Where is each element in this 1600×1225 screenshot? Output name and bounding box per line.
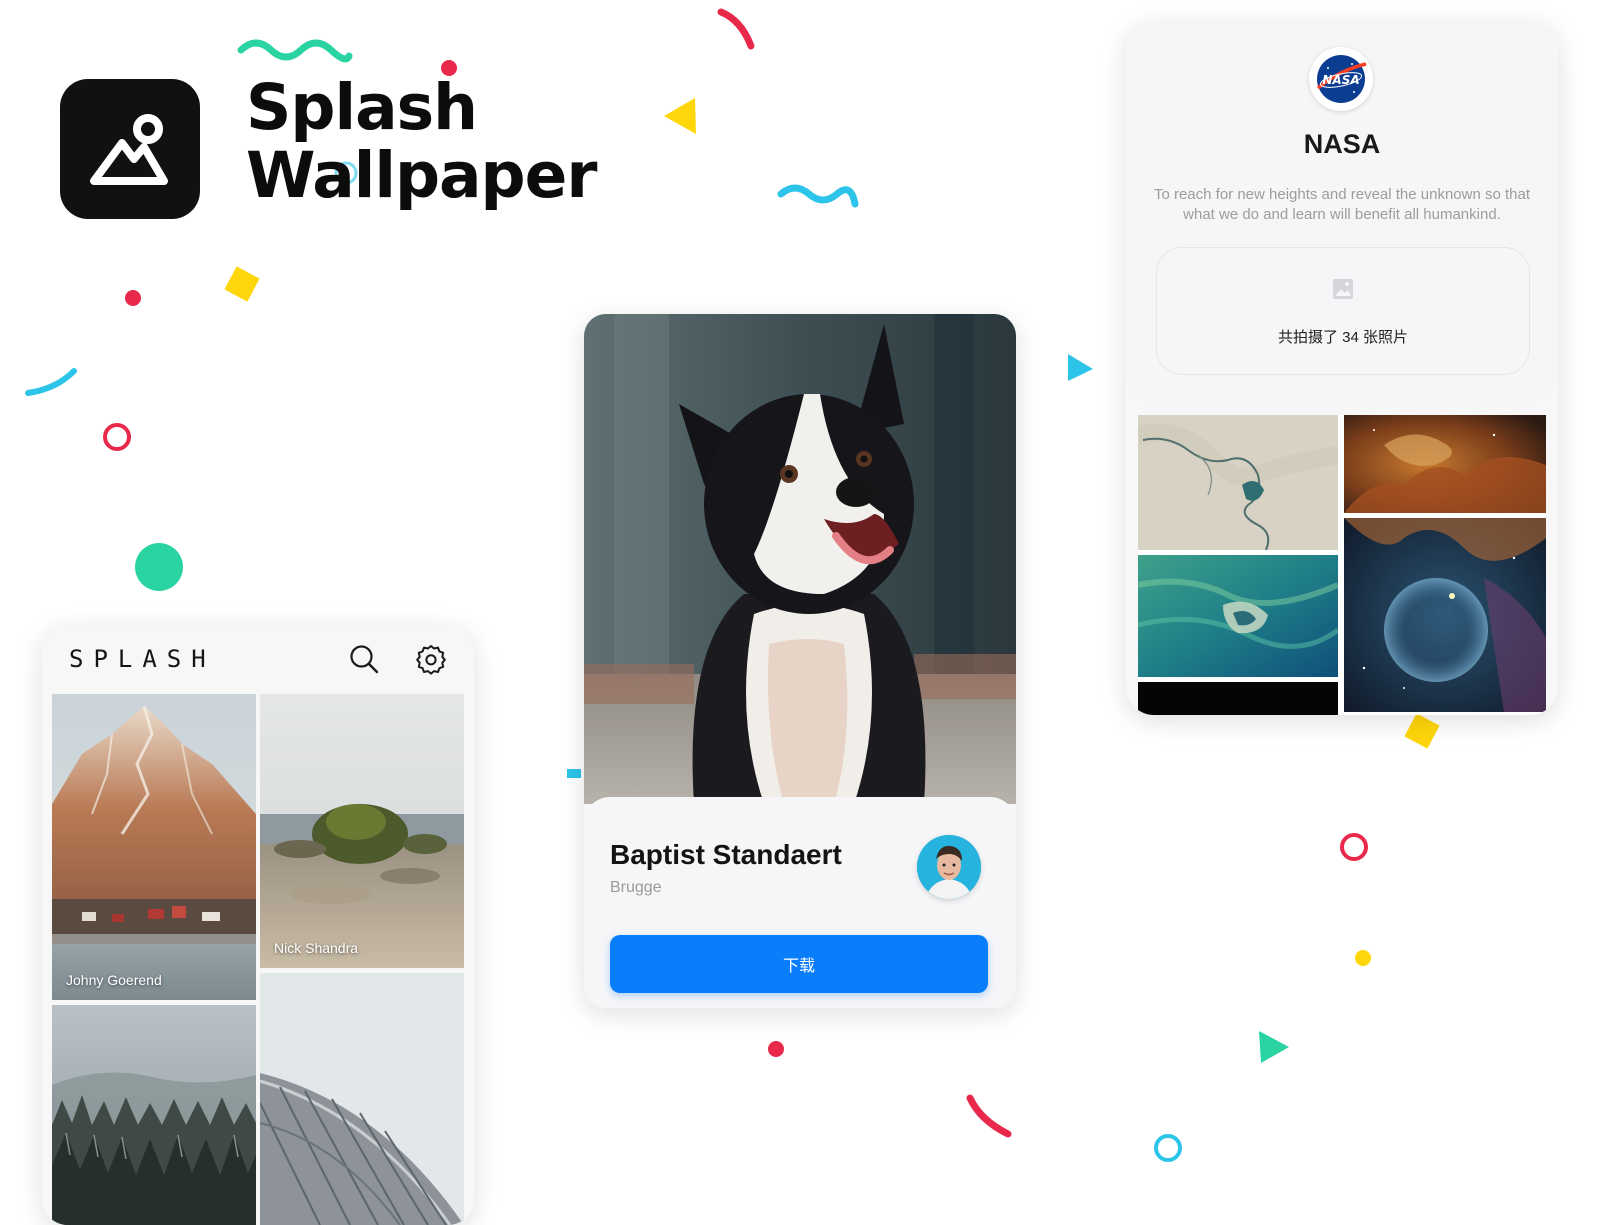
confetti-triangle-teal — [1259, 1031, 1289, 1063]
confetti-squiggle-teal — [237, 39, 353, 63]
photo-tile[interactable] — [260, 973, 464, 1225]
confetti-triangle-yellow — [664, 98, 696, 134]
photo-info-panel: Baptist Standaert Brugge 下载 — [584, 797, 1016, 1008]
brand-wordmark: SPLASH — [69, 645, 216, 673]
mountain-village-photo — [52, 694, 256, 1000]
photo-tile[interactable] — [1344, 415, 1546, 513]
misty-forest-photo — [52, 1005, 256, 1225]
photo-author: Nick Shandra — [274, 940, 359, 956]
confetti-ring-blue — [1154, 1134, 1182, 1162]
photo-tile[interactable] — [1138, 555, 1338, 677]
photographer-name: Baptist Standaert — [610, 839, 842, 870]
profile-header: NASA NASA To reach for new heights and r… — [1126, 21, 1558, 401]
photo-detail-screen: Baptist Standaert Brugge 下载 — [584, 314, 1016, 1008]
settings-button[interactable] — [415, 643, 447, 675]
confetti-arc-red-top — [717, 8, 755, 50]
border-collie-photo — [584, 314, 1016, 804]
photo-tile[interactable] — [1138, 682, 1338, 715]
photographer-location: Brugge — [610, 879, 662, 896]
app-logo — [60, 79, 200, 219]
confetti-arc-blue-left — [25, 368, 77, 396]
avatar[interactable] — [917, 835, 981, 899]
confetti-dot-yellow — [1355, 950, 1371, 966]
photo-author: Johny Goerend — [66, 972, 162, 988]
confetti-ring-red-2 — [1340, 833, 1368, 861]
confetti-dot-red-3 — [768, 1041, 784, 1057]
confetti-dot-red-2 — [125, 290, 141, 306]
green-ocean-photo — [1138, 555, 1338, 677]
photo-tile[interactable]: Nick Shandra — [260, 694, 464, 968]
confetti-ring-red-1 — [103, 423, 131, 451]
dog-photo[interactable] — [584, 314, 1016, 804]
profile-name: NASA — [1303, 129, 1381, 159]
search-button[interactable] — [348, 643, 380, 675]
search-icon — [350, 645, 379, 674]
confetti-bar-blue — [567, 769, 581, 778]
app-title-line1: Splash — [246, 71, 478, 144]
desert-river-photo — [1138, 415, 1338, 550]
photo-tile[interactable] — [1138, 415, 1338, 550]
photo-count-label: 共拍摄了 34 张照片 — [1277, 329, 1409, 346]
photo-count-box: 共拍摄了 34 张照片 — [1156, 247, 1530, 375]
avatar-portrait — [917, 835, 981, 899]
profile-photo-grid — [1138, 415, 1546, 715]
app-title-line2: Wallpaper — [246, 139, 597, 212]
confetti-triangle-blue — [1068, 354, 1093, 381]
confetti-dot-teal-big — [135, 543, 183, 591]
nasa-logo: NASA — [1309, 47, 1373, 111]
profile-screen: NASA NASA To reach for new heights and r… — [1126, 21, 1558, 715]
confetti-arc-red-bottom — [966, 1094, 1012, 1138]
confetti-square-yellow-2 — [1404, 713, 1440, 749]
photo-tile[interactable]: Johny Goerend — [52, 694, 256, 1000]
mossy-rock-photo — [260, 694, 464, 968]
confetti-square-yellow-1 — [224, 266, 260, 302]
nasa-meatball-logo: NASA — [1316, 55, 1367, 103]
orange-nebula-photo — [1344, 415, 1546, 513]
profile-bio: To reach for new heights and reveal the … — [1153, 186, 1531, 223]
photo-tile[interactable] — [52, 1005, 256, 1225]
app-title: Splash Wallpaper — [246, 71, 597, 212]
nasa-logo-text: NASA — [1322, 73, 1359, 87]
bubble-nebula-photo — [1344, 518, 1546, 712]
photo-tile[interactable] — [1344, 518, 1546, 712]
confetti-squiggle-blue — [777, 184, 859, 208]
image-icon — [1333, 279, 1353, 299]
photo-list-screen: SPLASH Johny Goerend Nick Shandra — [42, 625, 474, 1225]
mountain-image-icon — [90, 114, 168, 185]
curved-building-photo — [260, 973, 464, 1225]
gear-icon — [416, 645, 446, 675]
download-button[interactable]: 下载 — [610, 935, 988, 993]
